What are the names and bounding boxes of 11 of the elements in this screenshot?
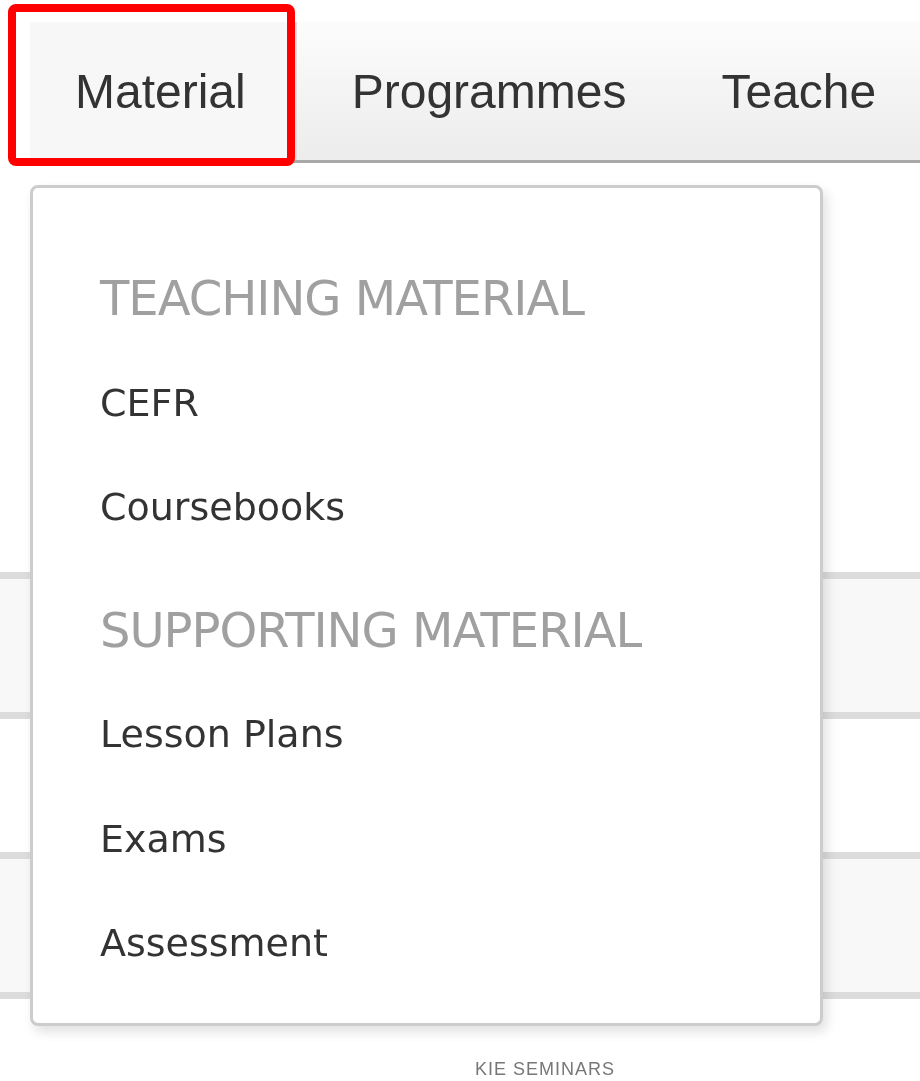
menu-heading: TEACHING MATERIAL	[100, 273, 586, 328]
section-heading: KIE SEMINARS	[475, 1059, 615, 1079]
menu-heading: SUPPORTING MATERIAL	[100, 604, 643, 660]
nav-tab[interactable]: Programmes	[296, 22, 667, 160]
menu-item[interactable]: Exams	[100, 813, 227, 919]
menu-item[interactable]: Coursebooks	[100, 482, 346, 587]
menu-item[interactable]: Assessment	[100, 918, 328, 1024]
menu-item[interactable]: Lesson Plans	[100, 709, 344, 814]
nav-tab[interactable]: Teache	[666, 22, 917, 160]
nav-tab[interactable]: Material	[30, 22, 297, 160]
menu-item[interactable]: CEFR	[100, 377, 199, 483]
